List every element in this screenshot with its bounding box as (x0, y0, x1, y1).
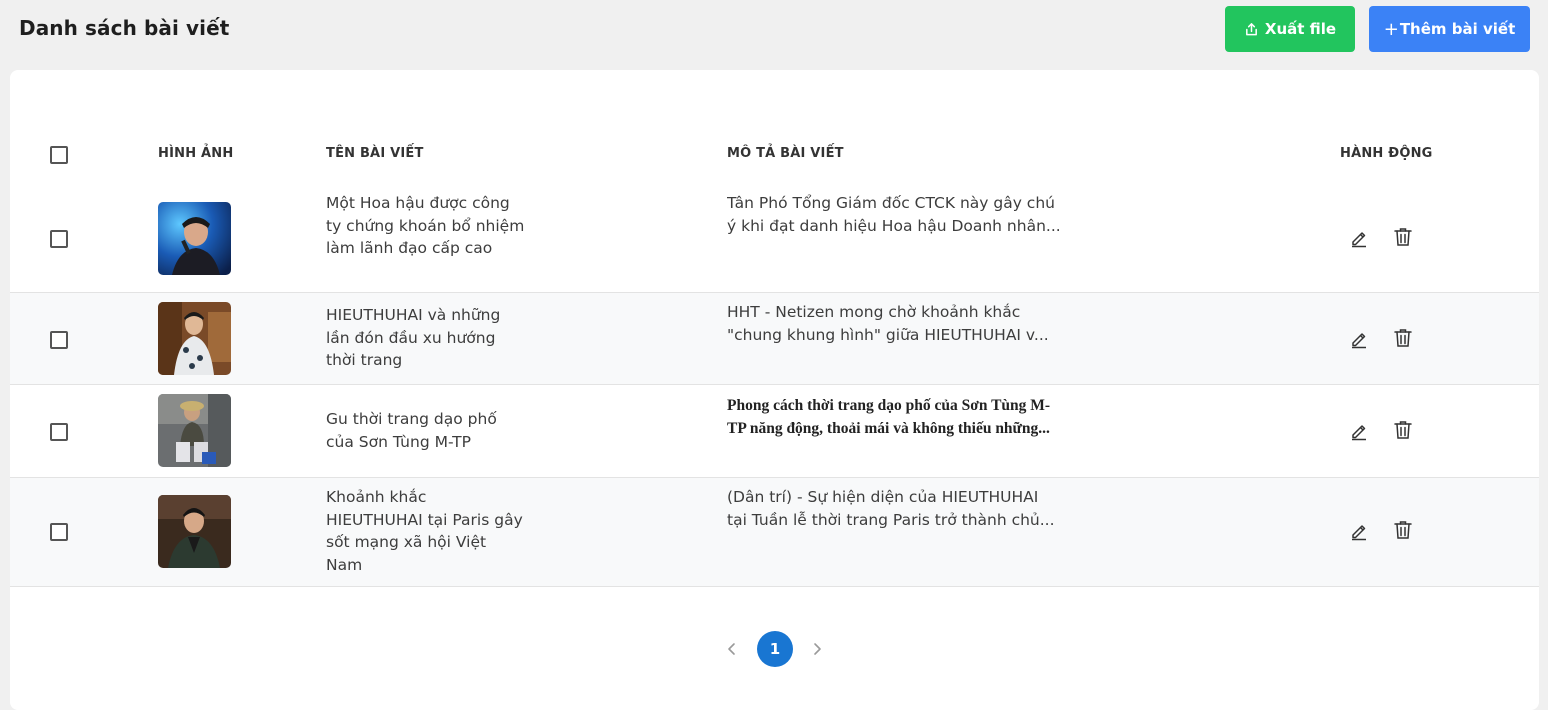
trash-icon[interactable] (1392, 519, 1414, 541)
export-button-label: Xuất file (1264, 20, 1337, 38)
post-thumbnail (158, 302, 231, 375)
post-description-line: Tân Phó Tổng Giám đốc CTCK này gây chú (727, 194, 1055, 212)
row-checkbox[interactable] (50, 523, 68, 541)
edit-icon[interactable] (1348, 420, 1370, 442)
post-thumbnail (158, 202, 231, 275)
select-all-checkbox[interactable] (50, 146, 68, 164)
post-description-line: "chung khung hình" giữa HIEUTHUHAI v... (727, 326, 1049, 344)
post-description-line: (Dân trí) - Sự hiện diện của HIEUTHUHAI (727, 488, 1039, 506)
trash-icon[interactable] (1392, 226, 1414, 248)
post-description: Phong cách thời trang dạo phố của Sơn Tù… (727, 394, 1067, 440)
row-checkbox[interactable] (50, 331, 68, 349)
page-title: Danh sách bài viết (19, 16, 230, 40)
post-title: HIEUTHUHAI và những lần đón đầu xu hướng… (326, 306, 501, 369)
upload-icon (1244, 22, 1259, 37)
pagination-page-button[interactable]: 1 (757, 631, 793, 667)
add-post-button[interactable]: + Thêm bài viết (1369, 6, 1530, 52)
post-title: Khoảnh khắc HIEUTHUHAI tại Paris gây sốt… (326, 488, 523, 574)
column-header-actions: HÀNH ĐỘNG (1340, 146, 1433, 161)
row-checkbox[interactable] (50, 230, 68, 248)
row-checkbox[interactable] (50, 423, 68, 441)
post-title: Gu thời trang dạo phố của Sơn Tùng M-TP (326, 410, 497, 451)
plus-icon: + (1383, 18, 1399, 40)
post-description: (Dân trí) - Sự hiện diện của HIEUTHUHAI … (727, 486, 1067, 532)
column-header-title: TÊN BÀI VIẾT (326, 146, 424, 161)
post-thumbnail (158, 495, 231, 568)
post-description-line: Phong cách thời trang dạo phố của Sơn Tù… (727, 397, 1051, 414)
edit-icon[interactable] (1348, 520, 1370, 542)
post-thumbnail (158, 394, 231, 467)
post-description-line: TP năng động, thoải mái và không thiếu n… (727, 420, 1050, 437)
column-header-description: MÔ TẢ BÀI VIẾT (727, 146, 844, 161)
trash-icon[interactable] (1392, 419, 1414, 441)
edit-icon[interactable] (1348, 227, 1370, 249)
edit-icon[interactable] (1348, 328, 1370, 350)
column-header-image: HÌNH ẢNH (158, 146, 234, 161)
post-description-line: ý khi đạt danh hiệu Hoa hậu Doanh nhân..… (727, 217, 1061, 235)
post-title: Một Hoa hậu được công ty chứng khoán bổ … (326, 194, 525, 257)
post-description-line: HHT - Netizen mong chờ khoảnh khắc (727, 303, 1021, 321)
add-post-button-label: Thêm bài viết (1399, 20, 1516, 38)
post-description: Tân Phó Tổng Giám đốc CTCK này gây chú ý… (727, 192, 1067, 238)
export-button[interactable]: Xuất file (1225, 6, 1355, 52)
post-description-line: tại Tuần lễ thời trang Paris trở thành c… (727, 511, 1055, 529)
chevron-right-icon[interactable] (809, 641, 825, 657)
chevron-left-icon[interactable] (724, 641, 740, 657)
post-description: HHT - Netizen mong chờ khoảnh khắc "chun… (727, 301, 1067, 347)
trash-icon[interactable] (1392, 327, 1414, 349)
